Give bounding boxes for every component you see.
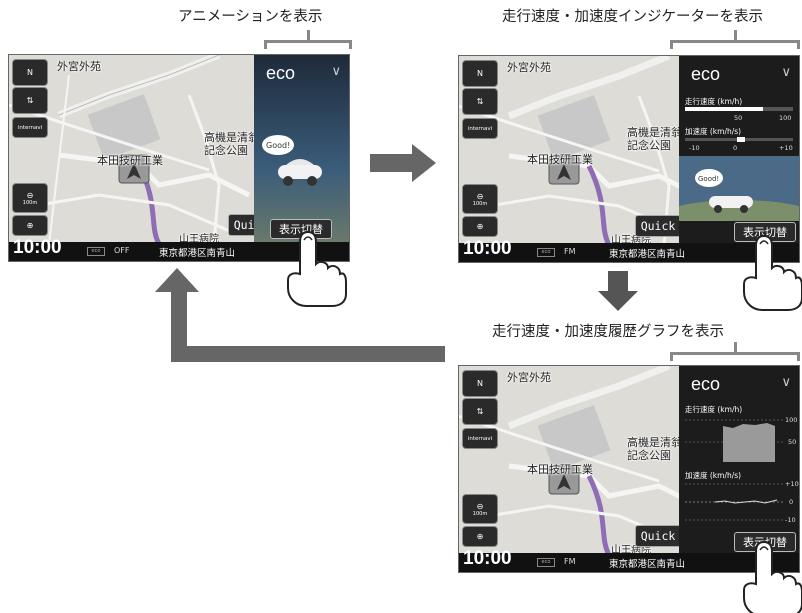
quick-button[interactable]: Quick [635, 525, 681, 547]
eco-mini-icon: eco [537, 558, 555, 567]
zoom-out-icon: ⊖ [476, 501, 484, 511]
eco-animation: Good! [262, 135, 322, 186]
compass-button[interactable]: N [462, 370, 498, 397]
map-label-factory: 本田技研工業 [527, 463, 593, 476]
eco-animation: Good! [679, 156, 799, 221]
zoom-in-icon: ⊕ [476, 222, 484, 231]
scale-label: 100m [22, 199, 38, 206]
map-label-memorial: 高機是清翁 [204, 131, 259, 144]
map-label-factory: 本田技研工業 [527, 153, 593, 166]
speed-history-graph [685, 419, 785, 462]
address: 東京都港区南青山 [159, 248, 236, 259]
map-label-park: 記念公園 [627, 449, 671, 462]
map-label-park: 記念公園 [627, 139, 671, 152]
map-label-shrine: 外宮外苑 [507, 371, 551, 384]
speed-graph-tick: 50 [788, 438, 797, 446]
caption-animation: アニメーションを表示 [178, 9, 323, 25]
zoom-out-icon: ⊖ [476, 191, 484, 201]
caption-history-graph: 走行速度・加速度履歴グラフを表示 [492, 324, 724, 340]
zoom-in-icon: ⊕ [476, 532, 484, 541]
audio-source: FM [564, 557, 576, 566]
zoom-in-button[interactable]: ⊕ [462, 526, 498, 547]
scale-label: 100m [472, 200, 488, 207]
speed-graph-label: 走行速度 (km/h) [685, 405, 743, 414]
internavi-button[interactable]: internavi [462, 118, 498, 139]
compass-icon: N [27, 68, 33, 77]
compass-icon: N [477, 69, 483, 78]
eco-panel-animation: eco ∨ Good! 表示切替 [254, 55, 349, 244]
zoom-out-button[interactable]: ⊖ 100m [12, 183, 48, 213]
map-label-factory: 本田技研工業 [97, 154, 163, 167]
accel-graph-tick: -10 [785, 516, 796, 524]
accel-tick: -10 [689, 144, 700, 152]
route-button[interactable]: ⇅ [462, 398, 498, 425]
eco-mini-icon: eco [537, 248, 555, 257]
zoom-out-button[interactable]: ⊖ 100m [462, 494, 498, 524]
speed-tick: 100 [779, 114, 792, 122]
route-button[interactable]: ⇅ [462, 88, 498, 115]
compass-button[interactable]: N [12, 59, 48, 86]
speech-bubble-text: Good! [266, 141, 290, 150]
zoom-out-button[interactable]: ⊖ 100m [462, 184, 498, 214]
internavi-button[interactable]: internavi [462, 428, 498, 449]
hand-pointer-icon [287, 230, 347, 307]
accel-graph-tick: 0 [789, 498, 794, 506]
flow-arrow-down [598, 271, 638, 311]
accel-indicator-track [685, 137, 793, 142]
map-label-park: 記念公園 [204, 144, 248, 157]
map-label-shrine: 外宮外苑 [507, 61, 551, 74]
hand-pointer-icon [743, 540, 802, 613]
eco-chevron-icon: ∨ [781, 65, 791, 80]
compass-icon: N [477, 379, 483, 388]
compass-button[interactable]: N [462, 60, 498, 87]
address: 東京都港区南青山 [609, 559, 686, 570]
zoom-out-icon: ⊖ [26, 190, 34, 200]
scale-label: 100m [472, 510, 488, 517]
accel-graph-tick: +10 [785, 480, 799, 488]
speed-indicator-label: 走行速度 (km/h) [685, 97, 743, 106]
accel-indicator-label: 加速度 (km/h/s) [685, 127, 742, 136]
route-icon: ⇅ [476, 407, 484, 416]
route-icon: ⇅ [476, 97, 484, 106]
map-label-shrine: 外宮外苑 [57, 60, 101, 73]
speed-indicator-fill [685, 107, 763, 111]
map-label-memorial: 高機是清翁 [627, 126, 682, 139]
speed-indicator-track [685, 107, 793, 111]
map-label-memorial: 高機是清翁 [627, 436, 682, 449]
eco-chevron-icon: ∨ [331, 64, 341, 79]
eco-mini-icon: eco [87, 247, 105, 256]
route-button[interactable]: ⇅ [12, 87, 48, 114]
bracket-indicator [670, 30, 800, 49]
zoom-in-button[interactable]: ⊕ [462, 216, 498, 237]
eco-label: eco [691, 64, 721, 84]
accel-history-graph [685, 483, 785, 521]
eco-chevron-icon: ∨ [781, 375, 791, 390]
accel-tick: 0 [733, 144, 738, 152]
eco-label: eco [266, 63, 296, 83]
bracket-history-graph [670, 342, 800, 361]
flow-arrow-right [370, 144, 436, 182]
speed-tick: 50 [734, 114, 743, 122]
hand-pointer-icon [743, 234, 802, 311]
eco-label: eco [691, 374, 721, 394]
clock: 10:00 [463, 548, 512, 569]
zoom-in-button[interactable]: ⊕ [12, 215, 48, 236]
audio-source: OFF [114, 246, 130, 255]
bracket-animation [264, 30, 352, 49]
eco-panel-history-graph: eco ∨ 走行速度 (km/h) 100 50 加速度 (km/h/s) +1… [679, 366, 799, 555]
zoom-in-icon: ⊕ [26, 221, 34, 230]
accel-tick: +10 [779, 144, 793, 152]
caption-indicator: 走行速度・加速度インジケーターを表示 [502, 9, 763, 25]
clock: 10:00 [463, 238, 512, 259]
quick-button[interactable]: Quick [635, 215, 681, 237]
internavi-button[interactable]: internavi [12, 117, 48, 138]
eco-panel-indicator: eco ∨ 走行速度 (km/h) 50 100 加速度 (km/h/s) -1… [679, 56, 799, 245]
clock: 10:00 [13, 237, 62, 258]
speed-graph-tick: 100 [785, 416, 798, 424]
accel-indicator-marker [737, 137, 745, 142]
address: 東京都港区南青山 [609, 249, 686, 260]
route-icon: ⇅ [26, 96, 34, 105]
audio-source: FM [564, 247, 576, 256]
speech-bubble-text: Good! [698, 175, 719, 183]
